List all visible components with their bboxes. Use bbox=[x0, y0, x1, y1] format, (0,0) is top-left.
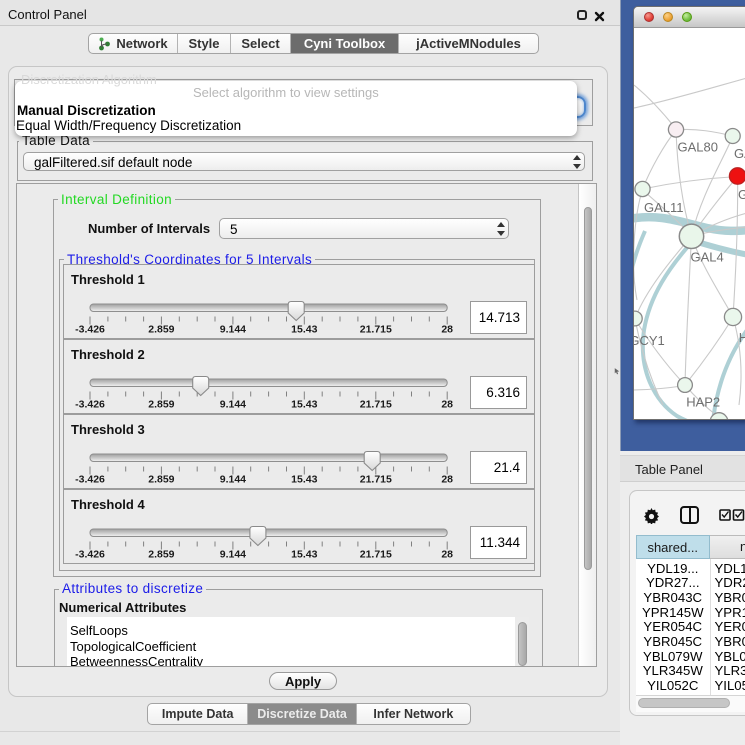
svg-text:2.859: 2.859 bbox=[148, 549, 174, 561]
svg-text:GCY1: GCY1 bbox=[634, 333, 665, 348]
svg-text:9.144: 9.144 bbox=[220, 324, 246, 336]
svg-text:28: 28 bbox=[441, 549, 453, 561]
svg-text:28: 28 bbox=[441, 399, 453, 411]
svg-text:21.715: 21.715 bbox=[360, 399, 392, 411]
svg-text:9.144: 9.144 bbox=[220, 474, 246, 486]
svg-text:15.43: 15.43 bbox=[291, 399, 317, 411]
svg-text:-3.426: -3.426 bbox=[75, 324, 105, 336]
svg-text:2.859: 2.859 bbox=[148, 399, 174, 411]
svg-text:2.859: 2.859 bbox=[148, 324, 174, 336]
svg-text:-3.426: -3.426 bbox=[75, 549, 105, 561]
svg-text:15.43: 15.43 bbox=[291, 549, 317, 561]
svg-text:9.144: 9.144 bbox=[220, 399, 246, 411]
svg-text:GAL11: GAL11 bbox=[644, 200, 684, 215]
svg-text:GA: GA bbox=[734, 146, 745, 161]
svg-text:21.715: 21.715 bbox=[360, 549, 392, 561]
svg-text:9.144: 9.144 bbox=[220, 549, 246, 561]
svg-text:21.715: 21.715 bbox=[360, 474, 392, 486]
svg-text:2.859: 2.859 bbox=[148, 474, 174, 486]
svg-text:HAP2: HAP2 bbox=[686, 395, 720, 410]
svg-text:28: 28 bbox=[441, 474, 453, 486]
svg-text:-3.426: -3.426 bbox=[75, 474, 105, 486]
svg-text:28: 28 bbox=[441, 324, 453, 336]
svg-text:21.715: 21.715 bbox=[360, 324, 392, 336]
svg-text:15.43: 15.43 bbox=[291, 474, 317, 486]
svg-text:GAL80: GAL80 bbox=[678, 140, 718, 155]
svg-text:H: H bbox=[739, 330, 745, 345]
svg-text:GAL4: GAL4 bbox=[691, 250, 724, 265]
svg-text:-3.426: -3.426 bbox=[75, 399, 105, 411]
svg-text:G: G bbox=[738, 187, 745, 202]
svg-text:15.43: 15.43 bbox=[291, 324, 317, 336]
